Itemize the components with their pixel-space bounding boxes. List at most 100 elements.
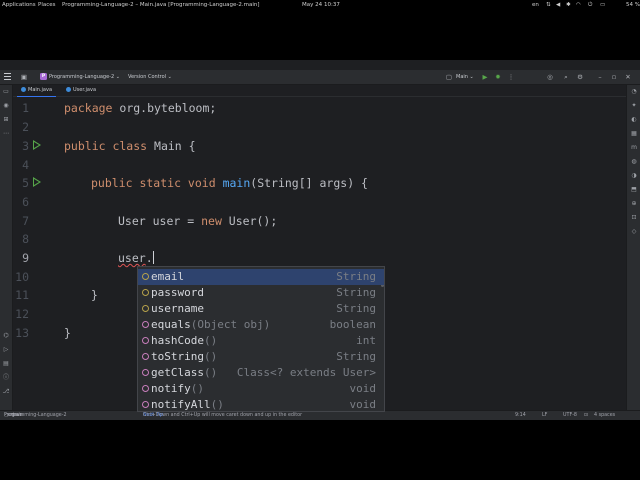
places-menu[interactable]: Places — [38, 0, 56, 10]
completion-item[interactable]: toString() String — [138, 349, 384, 365]
time-label[interactable]: 10:37 — [324, 0, 340, 10]
method-icon — [142, 321, 149, 328]
line-number: 3 — [22, 139, 29, 153]
close-icon[interactable]: ✕ — [624, 73, 632, 81]
completion-name-text: toString — [151, 350, 204, 363]
notifications-icon[interactable]: ◔ — [630, 88, 638, 96]
line-number: 5 — [22, 176, 29, 190]
run-main-gutter-icon[interactable] — [33, 177, 41, 187]
tab-label: Main.java — [28, 87, 53, 93]
line-number-current: 9 — [22, 251, 29, 265]
caret-position[interactable]: 9:14 — [515, 411, 526, 420]
window-title: Programming-Language-2 – Main.java [Prog… — [62, 2, 260, 8]
indent-setting[interactable]: 4 spaces — [594, 411, 615, 420]
breadcrumb[interactable]: ▢ Programming-Language-2 › src › main › … — [4, 411, 67, 420]
line-number: 12 — [15, 307, 29, 321]
applications-menu[interactable]: Applications — [2, 0, 36, 10]
method-icon — [142, 401, 149, 408]
debug-icon[interactable]: ✹ — [494, 73, 502, 81]
keyboard-layout[interactable]: en — [532, 0, 539, 10]
maximize-icon[interactable]: ▫ — [610, 73, 618, 81]
completion-item[interactable]: notifyAll() void — [138, 397, 384, 411]
project-tool-icon[interactable]: ▭ — [2, 88, 10, 96]
coverage-tool-icon[interactable]: ◑ — [630, 172, 638, 180]
code-line-7: User user = new User(); — [118, 212, 277, 230]
code-line-11: } — [91, 288, 98, 302]
project-selector[interactable]: P Programming-Language-2 ⌄ — [40, 72, 120, 82]
code-completion-popup: email String password String username String e… — [137, 266, 385, 412]
code-text: (String[] args) { — [250, 176, 368, 190]
date-label[interactable]: May 24 — [302, 0, 322, 10]
code-line-9: user. — [118, 249, 154, 267]
method-icon — [142, 385, 149, 392]
run-icon[interactable]: ▶ — [481, 73, 489, 81]
structure-tool-icon[interactable]: ⊞ — [2, 116, 10, 124]
main-menu-icon[interactable] — [4, 73, 11, 74]
readonly-toggle-icon[interactable]: ⊡ — [584, 411, 588, 420]
search-icon[interactable]: ⌕ — [562, 73, 570, 81]
completion-item-name: toString() — [151, 349, 217, 365]
field-icon — [142, 273, 149, 280]
more-actions-icon[interactable]: ⋮ — [507, 73, 515, 81]
commit-tool-icon[interactable]: ◉ — [2, 102, 10, 110]
breadcrumb-item[interactable]: java — [13, 411, 23, 420]
profiler-tool-icon[interactable]: ⊡ — [630, 214, 638, 222]
completion-item-name: notifyAll() — [151, 397, 224, 411]
network-icon[interactable]: ⇅ — [546, 0, 551, 10]
completion-params: () — [203, 334, 218, 347]
wifi-icon[interactable]: ◠ — [576, 0, 581, 10]
completion-item-name: email — [151, 269, 184, 285]
code-with-me-icon[interactable]: ◎ — [546, 73, 554, 81]
volume-icon[interactable]: ◀ — [556, 0, 560, 10]
plugins-tool-icon[interactable]: ⌬ — [2, 332, 10, 340]
maven-tool-icon[interactable]: m — [630, 144, 638, 152]
version-control-menu[interactable]: Version Control ⌄ — [128, 72, 172, 82]
run-config-icon: ▢ — [445, 73, 453, 81]
completion-item[interactable]: email String — [138, 269, 384, 285]
line-separator[interactable]: LF — [542, 411, 547, 420]
keyword: public class — [64, 139, 148, 153]
endpoints-tool-icon[interactable]: ◍ — [630, 158, 638, 166]
settings-icon[interactable]: ⚙ — [576, 73, 584, 81]
gradle-tool-icon[interactable]: ◐ — [630, 116, 638, 124]
minimize-icon[interactable]: – — [596, 73, 604, 81]
completion-item[interactable]: equals(Object obj) boolean — [138, 317, 384, 333]
file-encoding[interactable]: UTF-8 — [563, 411, 577, 420]
tab-user-java[interactable]: User.java — [62, 85, 100, 96]
chevron-down-icon: ⌄ — [167, 74, 172, 80]
run-config-selector[interactable]: Main ⌄ — [456, 72, 474, 82]
extra-tool-icon[interactable]: ◇ — [630, 228, 638, 236]
battery-icon: ▭ — [600, 2, 606, 8]
completion-item[interactable]: password String — [138, 285, 384, 301]
project-badge: P — [40, 73, 47, 80]
power-icon[interactable]: ⏻ — [588, 0, 592, 10]
bookmarks-tool-icon[interactable]: ⬒ — [630, 186, 638, 194]
code-line-3: public class Main { — [64, 137, 196, 155]
completion-params: () — [210, 398, 224, 411]
tab-main-java[interactable]: Main.java — [17, 85, 57, 97]
ai-assistant-icon[interactable]: ✦ — [630, 102, 638, 110]
keyword: new — [201, 214, 222, 228]
problems-tool-icon[interactable]: ⓘ — [2, 374, 10, 382]
completion-item[interactable]: getClass() Class<? extends User> — [138, 365, 384, 381]
run-class-gutter-icon[interactable] — [33, 140, 41, 150]
terminal-tool-icon[interactable]: ▤ — [2, 360, 10, 368]
completion-item[interactable]: notify() void — [138, 381, 384, 397]
java-class-icon — [66, 87, 71, 92]
line-number: 11 — [15, 288, 29, 302]
completion-name-text: password — [151, 286, 204, 299]
services-tool-icon[interactable]: ⊕ — [630, 200, 638, 208]
system-top-bar: Applications Places Programming-Language… — [0, 0, 640, 10]
bluetooth-icon[interactable]: ✱ — [566, 0, 571, 10]
run-tool-icon[interactable]: ▷ — [2, 346, 10, 354]
database-tool-icon[interactable]: ▦ — [630, 130, 638, 138]
git-tool-icon[interactable]: ⎇ — [2, 388, 10, 396]
project-name: Programming-Language-2 — [49, 74, 115, 80]
completion-item[interactable]: hashCode() int — [138, 333, 384, 349]
method-name: main — [222, 176, 251, 190]
completion-item[interactable]: username String — [138, 301, 384, 317]
completion-item-type: Class<? extends User> — [236, 366, 376, 379]
line-number: 10 — [15, 270, 29, 284]
more-tools-icon[interactable]: ⋯ — [2, 130, 10, 138]
completion-item-name: username — [151, 301, 204, 317]
